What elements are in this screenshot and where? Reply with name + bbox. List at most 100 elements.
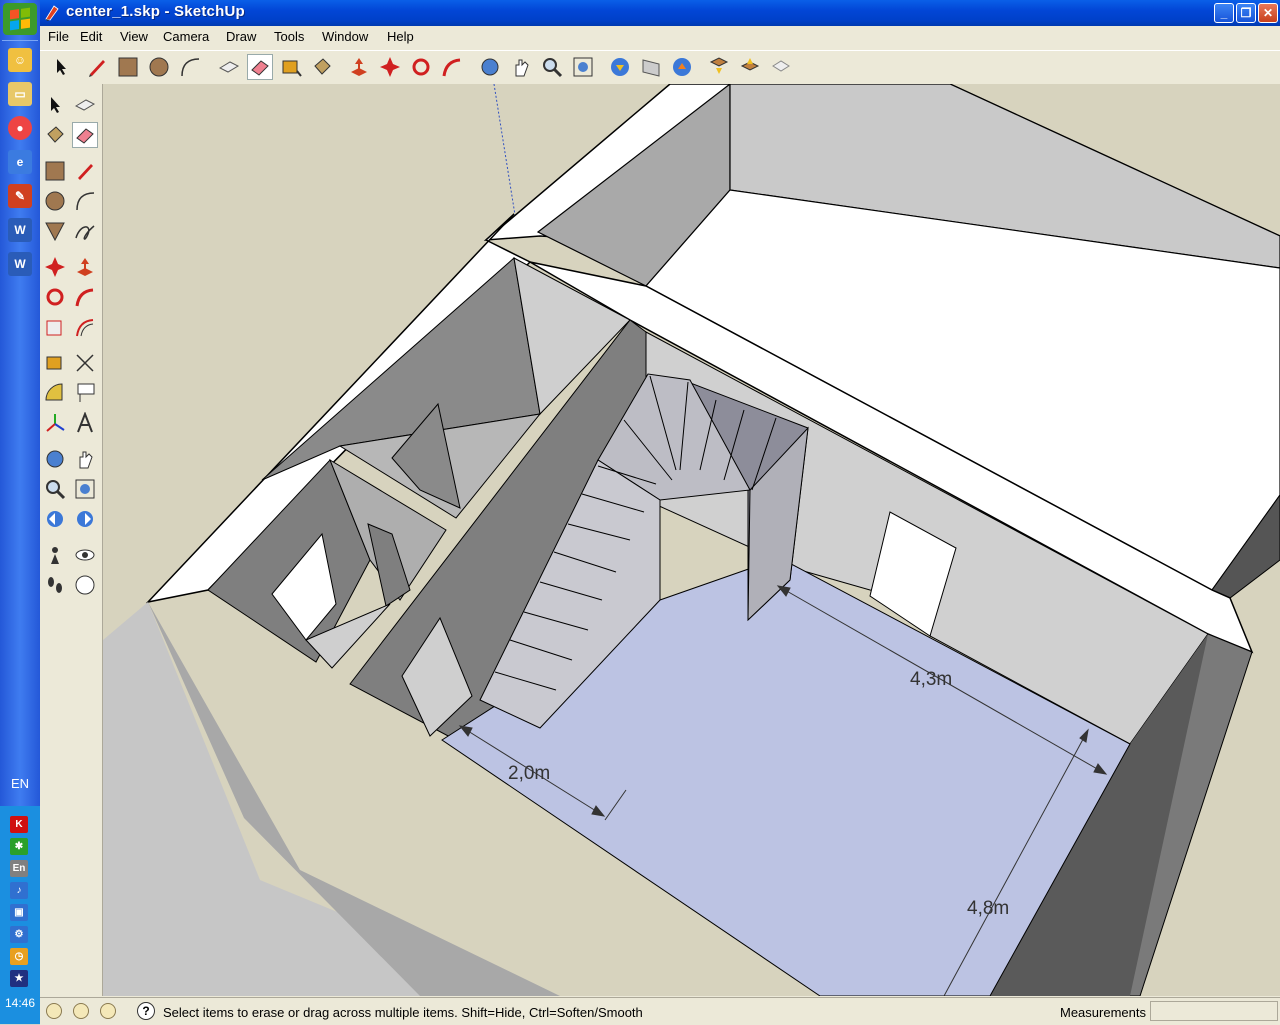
task-word-icon-1[interactable]: W — [8, 218, 32, 242]
pencil-tool-icon[interactable] — [84, 54, 110, 80]
pan-tool-icon[interactable] — [508, 54, 534, 80]
palette-3d-text-icon[interactable] — [72, 410, 98, 436]
quicklaunch-ie-icon[interactable]: e — [8, 150, 32, 174]
windows-logo-icon — [10, 7, 30, 31]
volume-icon[interactable]: ♪ — [10, 882, 28, 899]
palette-offset-icon[interactable] — [72, 314, 98, 340]
palette-component-icon[interactable] — [72, 92, 98, 118]
measurements-label: Measurements — [1060, 1005, 1146, 1020]
warehouse-icon[interactable] — [768, 54, 794, 80]
palette-rotate-icon[interactable] — [42, 284, 68, 310]
palette-polygon-icon[interactable] — [42, 218, 68, 244]
menu-draw[interactable]: Draw — [226, 29, 256, 44]
minimize-button[interactable]: _ — [1214, 3, 1234, 23]
palette-look-around-icon[interactable] — [72, 542, 98, 568]
arc-tool-icon[interactable] — [177, 54, 203, 80]
palette-select-icon[interactable] — [42, 92, 68, 118]
zoom-extents-icon[interactable] — [570, 54, 596, 80]
palette-zoom-window-icon[interactable] — [72, 476, 98, 502]
palette-paint-icon[interactable] — [42, 122, 68, 148]
task-word-icon-2[interactable]: W — [8, 252, 32, 276]
measurements-input[interactable] — [1150, 1001, 1278, 1021]
palette-previous-icon[interactable] — [42, 506, 68, 532]
menu-edit[interactable]: Edit — [80, 29, 102, 44]
rectangle-tool-icon[interactable] — [115, 54, 141, 80]
sketchup-app-icon — [45, 5, 59, 21]
get-models-icon[interactable] — [706, 54, 732, 80]
palette-pencil-icon[interactable] — [72, 158, 98, 184]
menu-view[interactable]: View — [120, 29, 148, 44]
palette-walk-icon[interactable] — [42, 572, 68, 598]
palette-next-icon[interactable] — [72, 506, 98, 532]
palette-dimension-icon[interactable] — [72, 350, 98, 376]
palette-circle-icon[interactable] — [42, 188, 68, 214]
push-pull-icon[interactable] — [346, 54, 372, 80]
title-bar[interactable]: center_1.skp - SketchUp _ ❐ ✕ — [40, 0, 1280, 26]
network-icon[interactable]: ✱ — [10, 838, 28, 855]
sign-in-icon[interactable] — [100, 1003, 116, 1019]
clock-app-icon[interactable]: ◷ — [10, 948, 28, 965]
quicklaunch-folder-icon[interactable]: ▭ — [8, 82, 32, 106]
menu-camera[interactable]: Camera — [163, 29, 209, 44]
main-toolbar — [40, 50, 1280, 86]
palette-eraser-icon[interactable] — [72, 122, 98, 148]
quicklaunch-chrome-icon[interactable]: ● — [8, 116, 32, 140]
move-tool-icon[interactable] — [377, 54, 403, 80]
palette-freehand-icon[interactable] — [72, 218, 98, 244]
start-button[interactable] — [3, 3, 37, 35]
close-button[interactable]: ✕ — [1258, 3, 1278, 23]
share-model-icon[interactable] — [737, 54, 763, 80]
menu-tools[interactable]: Tools — [274, 29, 304, 44]
palette-scale-icon[interactable] — [42, 314, 68, 340]
menu-help[interactable]: Help — [387, 29, 414, 44]
settings-icon[interactable]: ⚙ — [10, 926, 28, 943]
palette-axes-icon[interactable] — [42, 410, 68, 436]
maximize-button[interactable]: ❐ — [1236, 3, 1256, 23]
dimension-label-width: 2,0m — [508, 763, 550, 784]
help-icon[interactable]: ? — [137, 1002, 155, 1020]
credits-icon[interactable] — [73, 1003, 89, 1019]
menu-file[interactable]: File — [48, 29, 69, 44]
palette-orbit-icon[interactable] — [42, 446, 68, 472]
palette-protractor-icon[interactable] — [42, 380, 68, 406]
palette-move-icon[interactable] — [42, 254, 68, 280]
palette-position-camera-icon[interactable] — [42, 542, 68, 568]
language-indicator[interactable]: EN — [0, 776, 40, 791]
drawing-viewport[interactable]: 2,0m 4,3m 4,8m — [103, 84, 1280, 996]
orbit-tool-icon[interactable] — [477, 54, 503, 80]
palette-zoom-icon[interactable] — [42, 476, 68, 502]
palette-follow-me-icon[interactable] — [72, 284, 98, 310]
taskbar: ☺ ▭ ● e ✎ W W EN K ✱ En ♪ ▣ ⚙ ◷ ★ 14:46 — [0, 0, 40, 1024]
sketchup-window: center_1.skp - SketchUp _ ❐ ✕ File Edit … — [40, 0, 1280, 1025]
standard-views-icon[interactable] — [669, 54, 695, 80]
next-view-icon[interactable] — [638, 54, 664, 80]
model-canvas[interactable]: 2,0m 4,3m 4,8m — [103, 84, 1280, 996]
quicklaunch-chat-icon[interactable]: ☺ — [8, 48, 32, 72]
tape-measure-icon[interactable] — [278, 54, 304, 80]
zoom-tool-icon[interactable] — [539, 54, 565, 80]
palette-section-plane-icon[interactable] — [72, 572, 98, 598]
palette-push-pull-icon[interactable] — [72, 254, 98, 280]
geo-location-icon[interactable] — [46, 1003, 62, 1019]
palette-rectangle-icon[interactable] — [42, 158, 68, 184]
palette-tape-measure-icon[interactable] — [42, 350, 68, 376]
clock[interactable]: 14:46 — [0, 996, 40, 1010]
antivirus-icon[interactable]: K — [10, 816, 28, 833]
palette-arc-icon[interactable] — [72, 188, 98, 214]
display-icon[interactable]: ▣ — [10, 904, 28, 921]
tray-language-icon[interactable]: En — [10, 860, 28, 877]
make-component-icon[interactable] — [216, 54, 242, 80]
palette-text-icon[interactable] — [72, 380, 98, 406]
dimension-label-length: 4,8m — [967, 898, 1009, 919]
task-sketchup-icon[interactable]: ✎ — [8, 184, 32, 208]
menu-window[interactable]: Window — [322, 29, 368, 44]
previous-view-icon[interactable] — [607, 54, 633, 80]
follow-me-icon[interactable] — [439, 54, 465, 80]
paint-bucket-icon[interactable] — [309, 54, 335, 80]
palette-pan-icon[interactable] — [72, 446, 98, 472]
eu-flag-icon[interactable]: ★ — [10, 970, 28, 987]
eraser-tool-icon[interactable] — [247, 54, 273, 80]
rotate-tool-icon[interactable] — [408, 54, 434, 80]
select-tool-icon[interactable] — [48, 54, 74, 80]
circle-tool-icon[interactable] — [146, 54, 172, 80]
